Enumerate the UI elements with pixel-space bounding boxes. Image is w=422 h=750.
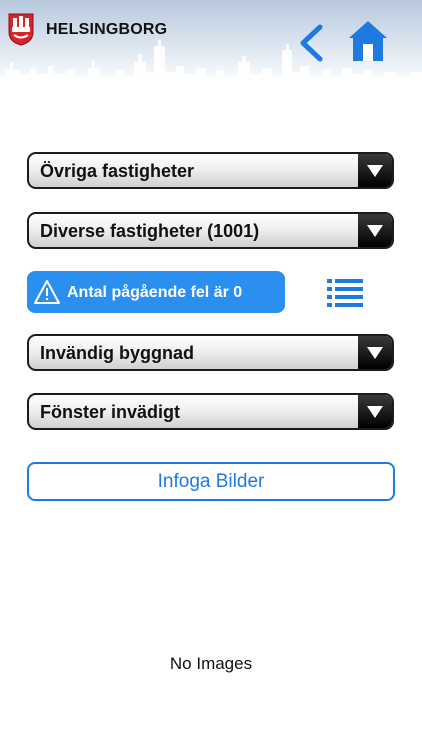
app-title: HELSINGBORG <box>46 21 168 38</box>
list-icon[interactable] <box>326 276 364 310</box>
property-group-select[interactable]: Övriga fastigheter <box>27 152 394 189</box>
home-icon[interactable] <box>348 20 388 62</box>
building-area-label: Invändig byggnad <box>40 343 195 363</box>
ongoing-faults-alert[interactable]: Antal pågående fel är 0 <box>27 271 285 313</box>
component-select[interactable]: Fönster invädigt <box>27 393 394 430</box>
building-area-select[interactable]: Invändig byggnad <box>27 334 394 371</box>
no-images-text: No Images <box>169 654 253 673</box>
dropdown-arrow-icon <box>358 395 392 428</box>
app-header: HELSINGBORG <box>0 0 422 92</box>
property-group-label: Övriga fastigheter <box>40 161 195 181</box>
ongoing-faults-text: Antal pågående fel är 0 <box>67 284 243 301</box>
property-select[interactable]: Diverse fastigheter (1001) <box>27 212 394 249</box>
component-label: Fönster invädigt <box>40 402 181 422</box>
helsingborg-crest-logo <box>8 13 34 46</box>
insert-images-button[interactable]: Infoga Bilder <box>27 462 395 501</box>
dropdown-arrow-icon <box>358 154 392 187</box>
dropdown-arrow-icon <box>358 336 392 369</box>
dropdown-arrow-icon <box>358 214 392 247</box>
back-chevron-icon[interactable] <box>296 24 326 62</box>
property-label: Diverse fastigheter (1001) <box>40 221 260 241</box>
warning-icon <box>34 280 60 304</box>
